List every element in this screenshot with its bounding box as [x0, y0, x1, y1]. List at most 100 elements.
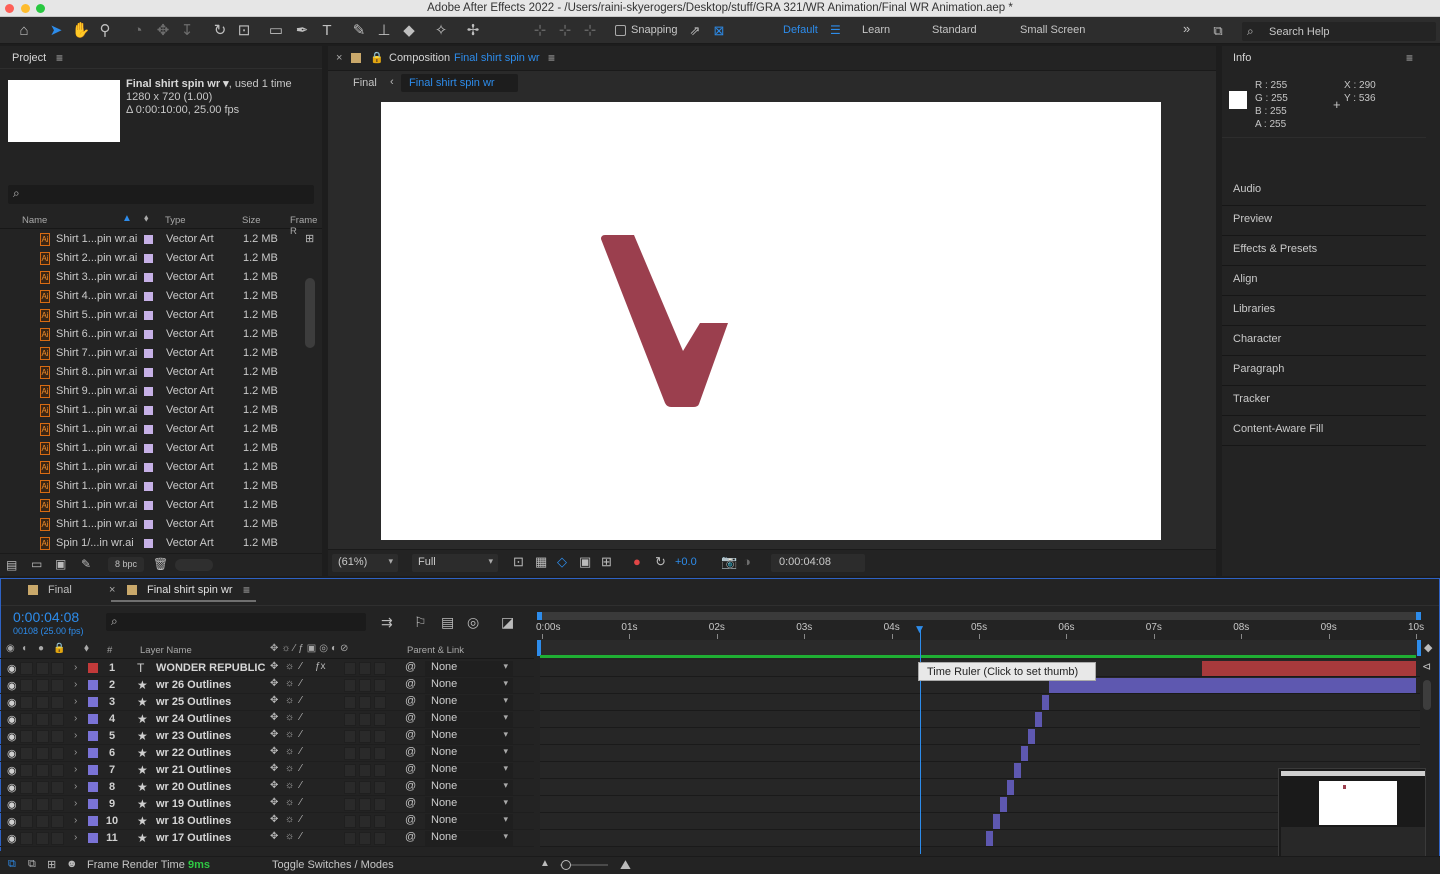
- quality-switch-icon[interactable]: ⁄: [300, 780, 302, 791]
- graph-editor-icon[interactable]: ◪: [501, 614, 514, 631]
- layer-label-color[interactable]: [88, 765, 98, 775]
- label-color-swatch[interactable]: [144, 368, 153, 377]
- audio-toggle[interactable]: [20, 798, 33, 811]
- label-color-swatch[interactable]: [144, 273, 153, 282]
- expand-chevron-icon[interactable]: ›: [74, 679, 77, 690]
- solo-toggle[interactable]: [36, 662, 49, 675]
- label-color-swatch[interactable]: [144, 254, 153, 263]
- solo-toggle[interactable]: [36, 832, 49, 845]
- pan-camera-icon[interactable]: ✥: [153, 21, 173, 41]
- lock-toggle[interactable]: [51, 747, 64, 760]
- parent-dropdown[interactable]: None ▾: [425, 814, 513, 829]
- layer-name[interactable]: wr 25 Outlines: [156, 696, 231, 708]
- frame-blending-icon[interactable]: ◎: [467, 614, 479, 631]
- visibility-eye-icon[interactable]: ◉: [7, 764, 17, 777]
- collapse-switch-icon[interactable]: ☼: [285, 814, 294, 825]
- pick-whip-icon[interactable]: @: [405, 729, 416, 741]
- trash-icon[interactable]: 🗑: [153, 557, 168, 571]
- layer-label-color[interactable]: [88, 697, 98, 707]
- shy-switch-icon[interactable]: ✥: [270, 780, 278, 791]
- project-item-row[interactable]: Ai Shirt 7...pin wr.ai Vector Art 1.2 MB: [0, 344, 304, 363]
- timeline-panel-menu-icon[interactable]: ≡: [243, 583, 250, 597]
- layer-name[interactable]: WONDER REPUBLIC: [156, 662, 265, 674]
- collapse-switch-icon[interactable]: ☼: [285, 746, 294, 757]
- grid-guides-icon[interactable]: ⊞: [601, 554, 612, 570]
- layer-row[interactable]: ◉ › 10 ★ wr 18 Outlines ✥ ☼ ⁄ @ None ▾: [0, 813, 534, 830]
- solo-toggle[interactable]: [36, 781, 49, 794]
- orbit-camera-icon[interactable]: ◔: [128, 21, 148, 41]
- layer-duration-bar[interactable]: [1020, 746, 1028, 761]
- label-color-swatch[interactable]: [144, 501, 153, 510]
- lock-toggle[interactable]: [51, 662, 64, 675]
- lock-switch-icon[interactable]: 🔒: [53, 643, 65, 654]
- zoom-slider-handle[interactable]: [561, 860, 571, 870]
- quality-switch-icon[interactable]: ⁄: [300, 661, 302, 672]
- layer-duration-bar[interactable]: [1034, 712, 1042, 727]
- anchor-point-tool-icon[interactable]: ⊡: [234, 21, 254, 41]
- hand-tool-icon[interactable]: ✋: [71, 21, 91, 41]
- layer-label-color[interactable]: [88, 816, 98, 826]
- screenshot-thumbnail[interactable]: [1278, 768, 1426, 859]
- composition-flowchart-icon[interactable]: ⇉: [381, 614, 393, 631]
- effects-switch-icon[interactable]: ƒx: [315, 661, 326, 672]
- layer-label-color[interactable]: [88, 782, 98, 792]
- audio-toggle[interactable]: [20, 781, 33, 794]
- audio-toggle[interactable]: [20, 815, 33, 828]
- draft-3d-icon[interactable]: ⚐: [414, 614, 427, 631]
- visibility-eye-icon[interactable]: ◉: [7, 730, 17, 743]
- layer-label-color[interactable]: [88, 748, 98, 758]
- adjust-project-settings-icon[interactable]: ✎: [81, 557, 91, 571]
- new-folder-icon[interactable]: ▭: [31, 557, 42, 571]
- lock-toggle[interactable]: [51, 832, 64, 845]
- switch-toggle[interactable]: [374, 832, 386, 845]
- parent-dropdown[interactable]: None ▾: [425, 780, 513, 795]
- breadcrumb-parent[interactable]: Final: [353, 77, 377, 89]
- switch-toggle[interactable]: [359, 662, 371, 675]
- quality-switch-icon[interactable]: ⁄: [300, 831, 302, 842]
- magnification-dropdown[interactable]: (61%) ▾: [332, 554, 398, 572]
- snapshot-icon[interactable]: 📷: [721, 554, 737, 570]
- pick-whip-icon[interactable]: @: [405, 695, 416, 707]
- shy-switch-icon[interactable]: ✥: [270, 661, 278, 672]
- parent-dropdown[interactable]: None ▾: [425, 797, 513, 812]
- project-item-row[interactable]: Ai Shirt 1...pin wr.ai Vector Art 1.2 MB: [0, 515, 304, 534]
- shy-switch-icon[interactable]: ✥: [270, 712, 278, 723]
- switch-toggle[interactable]: [344, 662, 356, 675]
- switch-toggle[interactable]: [359, 679, 371, 692]
- render-time-pane-icon[interactable]: ☻: [66, 858, 78, 870]
- video-switch-icon[interactable]: ◉: [6, 643, 15, 654]
- collapse-switch-icon[interactable]: ☼: [285, 678, 294, 689]
- lock-toggle[interactable]: [51, 696, 64, 709]
- audio-toggle[interactable]: [20, 713, 33, 726]
- label-color-swatch[interactable]: [144, 482, 153, 491]
- lock-toggle[interactable]: [51, 764, 64, 777]
- workspace-small-screen[interactable]: Small Screen: [1020, 24, 1085, 36]
- switch-toggle[interactable]: [344, 764, 356, 777]
- column-parent-link[interactable]: Parent & Link: [407, 645, 464, 656]
- label-color-swatch[interactable]: [144, 425, 153, 434]
- workspace-default[interactable]: Default: [783, 24, 818, 36]
- switch-toggle[interactable]: [374, 815, 386, 828]
- layer-row[interactable]: ◉ › 2 ★ wr 26 Outlines ✥ ☼ ⁄ @ None ▾: [0, 677, 534, 694]
- switch-toggle[interactable]: [359, 713, 371, 726]
- lock-toggle[interactable]: [51, 679, 64, 692]
- visibility-eye-icon[interactable]: ◉: [7, 781, 17, 794]
- channel-icon[interactable]: ●: [633, 554, 641, 569]
- layer-row[interactable]: ◉ › 3 ★ wr 25 Outlines ✥ ☼ ⁄ @ None ▾: [0, 694, 534, 711]
- workspace-learn[interactable]: Learn: [862, 24, 890, 36]
- solo-toggle[interactable]: [36, 764, 49, 777]
- expand-chevron-icon[interactable]: ›: [74, 815, 77, 826]
- audio-toggle[interactable]: [20, 747, 33, 760]
- audio-toggle[interactable]: [20, 832, 33, 845]
- switch-toggle[interactable]: [374, 781, 386, 794]
- transparency-grid-icon[interactable]: ▦: [535, 554, 547, 570]
- layer-label-color[interactable]: [88, 714, 98, 724]
- project-item-name[interactable]: Final shirt spin wr ▾: [126, 78, 229, 90]
- label-color-swatch[interactable]: [144, 349, 153, 358]
- composition-viewer[interactable]: [381, 102, 1161, 540]
- switch-toggle[interactable]: [374, 662, 386, 675]
- exposure-value[interactable]: +0.0: [675, 556, 697, 568]
- panel-tab-align[interactable]: Align: [1222, 266, 1426, 296]
- layer-row[interactable]: ◉ › 6 ★ wr 22 Outlines ✥ ☼ ⁄ @ None ▾: [0, 745, 534, 762]
- solo-toggle[interactable]: [36, 696, 49, 709]
